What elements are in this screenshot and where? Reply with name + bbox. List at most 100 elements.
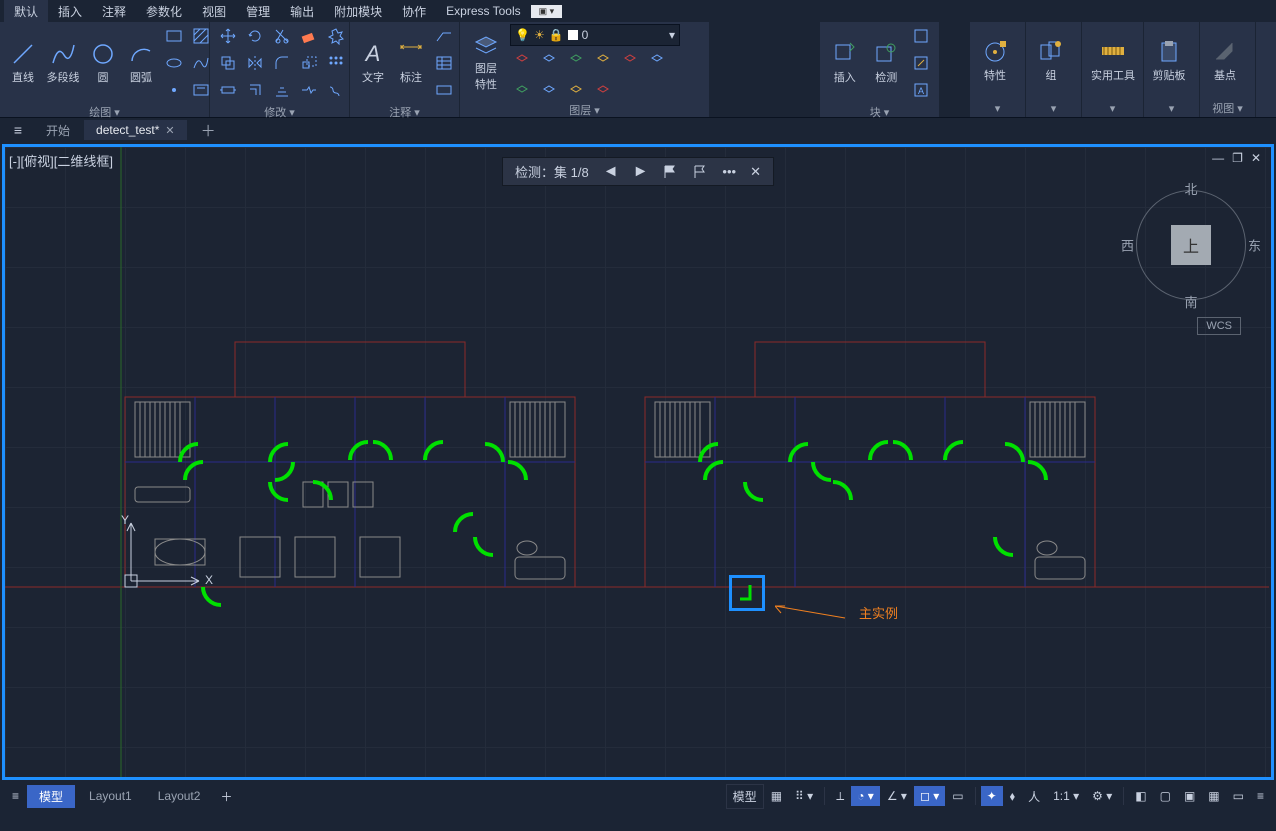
- menu-default[interactable]: 默认: [4, 0, 48, 23]
- snap-icon[interactable]: ⠿ ▾: [789, 786, 819, 806]
- nav-close-icon[interactable]: ✕: [746, 162, 765, 182]
- tool-scale[interactable]: [297, 51, 321, 75]
- menu-parametric[interactable]: 参数化: [136, 0, 192, 23]
- osnap-icon[interactable]: ◻ ▾: [914, 786, 945, 806]
- tool-detect[interactable]: 检测: [868, 39, 906, 87]
- tab-new[interactable]: ＋: [189, 117, 228, 144]
- tool-mirror[interactable]: [243, 51, 267, 75]
- menu-output[interactable]: 输出: [280, 0, 324, 23]
- tool-line[interactable]: 直线: [6, 39, 40, 87]
- grid-icon[interactable]: ▦: [765, 786, 788, 806]
- anno2-icon[interactable]: ⬧: [1004, 786, 1021, 807]
- tool-circle[interactable]: 圆: [86, 39, 120, 87]
- status-hamburger[interactable]: ≡: [6, 786, 25, 806]
- nav-flag-icon[interactable]: [658, 162, 682, 182]
- view-cube[interactable]: 北 南 西 东 上: [1131, 185, 1251, 305]
- tool-base[interactable]: 基点: [1206, 37, 1244, 85]
- tool-stretch[interactable]: [216, 78, 240, 102]
- ortho-icon[interactable]: ⟂: [830, 786, 850, 807]
- panel-base-label[interactable]: 视图 ▾: [1200, 99, 1255, 117]
- tool-polyline[interactable]: 多段线: [44, 39, 82, 87]
- layer-match[interactable]: [618, 49, 642, 73]
- layer-d[interactable]: [591, 76, 615, 100]
- tool-offset[interactable]: [243, 78, 267, 102]
- block-create[interactable]: [909, 24, 933, 48]
- layer-a[interactable]: [510, 76, 534, 100]
- nav-flag2-icon[interactable]: [688, 162, 712, 182]
- menu-express[interactable]: Express Tools: [436, 1, 530, 21]
- status-b[interactable]: ▢: [1154, 786, 1177, 806]
- menu-manage[interactable]: 管理: [236, 0, 280, 23]
- gear-icon[interactable]: ⚙ ▾: [1086, 786, 1118, 806]
- tool-layer-props[interactable]: 图层 特性: [466, 30, 506, 94]
- maximize-icon[interactable]: ❐: [1232, 151, 1243, 165]
- compass-north[interactable]: 北: [1184, 179, 1197, 198]
- tool-arc[interactable]: 圆弧: [124, 39, 158, 87]
- status-e[interactable]: ▭: [1227, 786, 1250, 806]
- tool-erase[interactable]: [297, 24, 321, 48]
- isoplane-icon[interactable]: ∠ ▾: [881, 786, 913, 806]
- layer-lock[interactable]: [564, 49, 588, 73]
- scale-display[interactable]: 1:1 ▾: [1047, 786, 1085, 806]
- status-tab-layout1[interactable]: Layout1: [77, 786, 144, 806]
- tool-explode[interactable]: [324, 24, 348, 48]
- layer-c[interactable]: [564, 76, 588, 100]
- nav-prev[interactable]: ◄: [599, 161, 623, 183]
- polar-icon[interactable]: ◔ ▾: [851, 786, 880, 806]
- block-attr[interactable]: A: [909, 78, 933, 102]
- layer-prev[interactable]: [645, 49, 669, 73]
- layer-b[interactable]: [537, 76, 561, 100]
- tool-move[interactable]: [216, 24, 240, 48]
- tool-trim[interactable]: [270, 24, 294, 48]
- panel-block-label[interactable]: 块 ▾: [820, 104, 939, 120]
- panel-modify-label[interactable]: 修改 ▾: [210, 104, 349, 120]
- nav-next[interactable]: ►: [629, 161, 653, 183]
- tool-break[interactable]: [297, 78, 321, 102]
- layer-freeze[interactable]: [537, 49, 561, 73]
- menu-insert[interactable]: 插入: [48, 0, 92, 23]
- status-menu[interactable]: ≡: [1251, 786, 1270, 806]
- tool-align[interactable]: [270, 78, 294, 102]
- tool-field[interactable]: [432, 78, 456, 102]
- tab-start[interactable]: 开始: [34, 119, 82, 142]
- viewport[interactable]: [-][俯视][二维线框] — ❐ ✕ 检测：集 1/8 ◄ ► ••• ✕ 北…: [2, 144, 1274, 780]
- status-d[interactable]: ▦: [1202, 786, 1225, 806]
- layer-off[interactable]: [510, 49, 534, 73]
- panel-draw-label[interactable]: 绘图 ▾: [0, 104, 209, 120]
- panel-layers-label[interactable]: 图层 ▾: [460, 102, 709, 118]
- tool-text[interactable]: A 文字: [356, 39, 390, 87]
- nav-more-icon[interactable]: •••: [718, 162, 740, 181]
- close-icon[interactable]: ✕: [1251, 151, 1261, 165]
- tool-rect[interactable]: [162, 24, 186, 48]
- tool-fillet[interactable]: [270, 51, 294, 75]
- status-tab-layout2[interactable]: Layout2: [146, 786, 213, 806]
- status-tab-model[interactable]: 模型: [27, 785, 75, 808]
- tool-ellipse[interactable]: [162, 51, 186, 75]
- status-model-btn[interactable]: 模型: [726, 784, 764, 809]
- tool-join[interactable]: [324, 78, 348, 102]
- tool-leader[interactable]: [432, 24, 456, 48]
- compass-south[interactable]: 南: [1184, 292, 1197, 311]
- anno3-icon[interactable]: 人: [1022, 785, 1046, 808]
- status-a[interactable]: ◧: [1129, 786, 1152, 806]
- tool-array[interactable]: [324, 51, 348, 75]
- close-icon[interactable]: ✕: [165, 124, 174, 137]
- tool-clip[interactable]: 剪贴板: [1150, 37, 1188, 85]
- layer-dropdown[interactable]: 💡 ☀ 🔒 0 ▾: [510, 24, 680, 46]
- tool-copy[interactable]: [216, 51, 240, 75]
- menu-view[interactable]: 视图: [192, 0, 236, 23]
- panel-annotate-label[interactable]: 注释 ▾: [350, 104, 459, 120]
- otrack-icon[interactable]: ▭: [946, 786, 969, 806]
- tool-group[interactable]: 组: [1032, 37, 1070, 85]
- tool-props[interactable]: 特性: [976, 37, 1014, 85]
- compass-east[interactable]: 东: [1248, 236, 1261, 255]
- layer-iso[interactable]: [591, 49, 615, 73]
- tool-point[interactable]: [162, 78, 186, 102]
- menu-addons[interactable]: 附加模块: [324, 0, 392, 23]
- minimize-icon[interactable]: —: [1212, 151, 1224, 165]
- wcs-label[interactable]: WCS: [1197, 317, 1241, 335]
- viewport-title[interactable]: [-][俯视][二维线框]: [9, 151, 113, 170]
- tab-document[interactable]: detect_test* ✕: [84, 120, 187, 140]
- status-c[interactable]: ▣: [1178, 786, 1201, 806]
- status-tab-add[interactable]: ＋: [214, 785, 238, 808]
